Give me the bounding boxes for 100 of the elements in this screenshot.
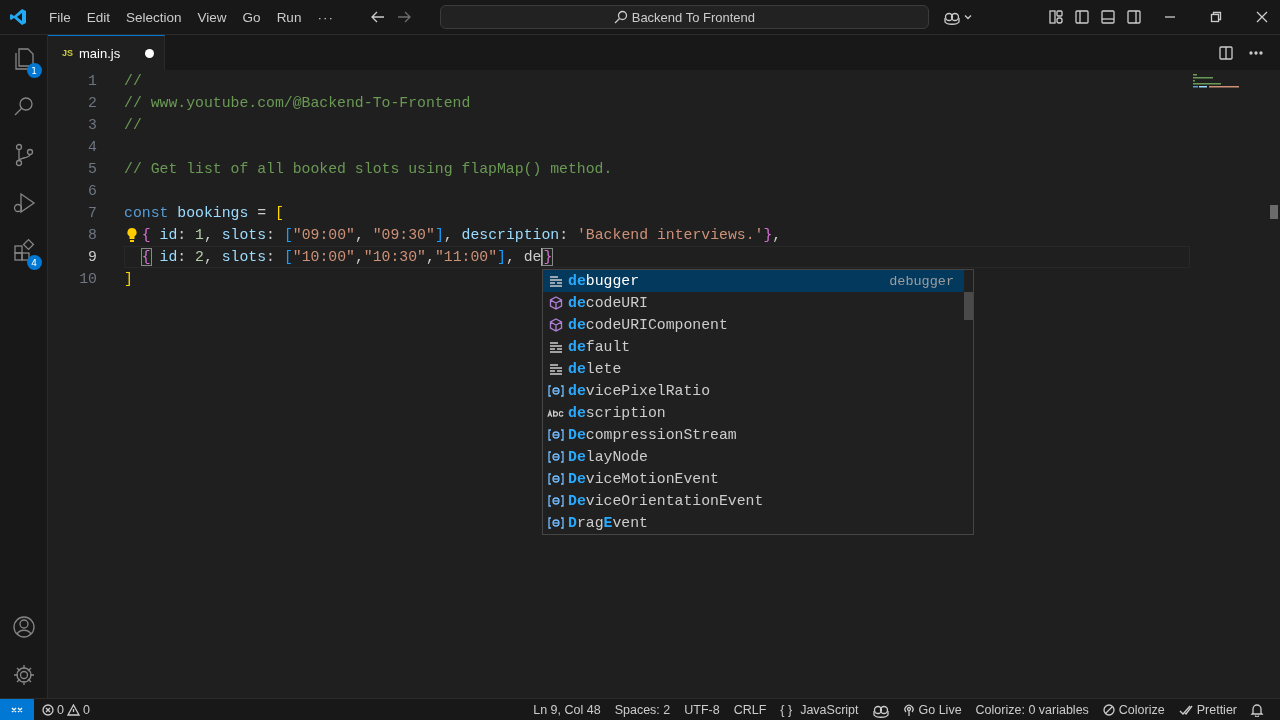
code-token: } xyxy=(543,249,553,265)
panel-icon[interactable] xyxy=(1100,9,1116,25)
count-badge: 4 xyxy=(26,255,42,270)
suggestion-item[interactable]: DeviceMotionEvent xyxy=(543,468,964,490)
line-number: 6 xyxy=(87,183,97,199)
more-menu[interactable]: ··· xyxy=(309,9,342,25)
cube-icon xyxy=(547,296,564,310)
warning-icon xyxy=(66,703,80,716)
code-token: : xyxy=(559,227,570,243)
back-arrow-icon[interactable] xyxy=(369,9,386,25)
code-token: : xyxy=(266,227,276,243)
menu-item[interactable]: Selection xyxy=(118,9,190,25)
colorize-button[interactable]: Colorize xyxy=(1095,702,1172,717)
variable-icon xyxy=(547,451,564,463)
menu-item[interactable]: File xyxy=(41,9,79,25)
scrollbar-thumb[interactable] xyxy=(1270,205,1278,219)
js-file-icon: JS xyxy=(62,48,73,58)
forward-arrow-icon[interactable] xyxy=(395,9,412,25)
line-number: 2 xyxy=(87,95,97,111)
code-token: // xyxy=(124,73,142,89)
restore-icon[interactable] xyxy=(1210,11,1222,23)
code-token: "11:00" xyxy=(434,249,498,265)
close-icon[interactable] xyxy=(1256,11,1268,23)
suggestion-item[interactable]: debugger debugger xyxy=(543,270,964,292)
code-token: , xyxy=(354,249,364,265)
line-number: 8 xyxy=(87,227,97,243)
line-number: 5 xyxy=(87,161,97,177)
menu-item[interactable]: Edit xyxy=(78,9,119,25)
code-token: , xyxy=(772,227,782,243)
suggestion-item[interactable]: decodeURI xyxy=(543,292,964,314)
suggestion-item[interactable]: DecompressionStream xyxy=(543,424,964,446)
code-token: ] xyxy=(124,271,133,287)
scrollbar-thumb[interactable] xyxy=(964,292,973,320)
line-number: 1 xyxy=(87,73,97,89)
prettier-button[interactable]: Prettier xyxy=(1171,702,1244,717)
code-token: id xyxy=(159,227,178,243)
keyword-icon xyxy=(547,341,564,353)
suggestion-item[interactable]: description xyxy=(543,402,964,424)
code-token: "10:00" xyxy=(292,249,355,265)
suggestion-item[interactable]: decodeURIComponent xyxy=(543,314,964,336)
code-token: de xyxy=(523,249,542,265)
status-item[interactable]: Colorize: 0 variables xyxy=(968,702,1096,717)
problems-button[interactable]: 0 0 xyxy=(42,702,90,717)
code-token: description xyxy=(461,227,560,243)
variable-icon xyxy=(547,429,564,441)
code-token: , xyxy=(203,249,214,265)
status-item[interactable]: Spaces: 2 xyxy=(607,702,678,717)
suggestion-item[interactable]: delete xyxy=(543,358,964,380)
text-icon xyxy=(547,408,564,418)
code-token: "09:30" xyxy=(372,227,435,243)
code-token: ] xyxy=(497,249,506,265)
code-token: // www.youtube.com/@Backend-To-Frontend xyxy=(124,95,471,111)
line-number: 4 xyxy=(87,139,97,155)
primary-sidebar-icon[interactable] xyxy=(1074,9,1090,25)
suggestion-item[interactable]: DelayNode xyxy=(543,446,964,468)
menu-item[interactable]: Run xyxy=(268,9,310,25)
status-item[interactable]: Ln 9, Col 48 xyxy=(526,702,608,717)
count-badge: 1 xyxy=(26,63,42,78)
menu-item[interactable]: Go xyxy=(234,9,269,25)
lightbulb-icon[interactable] xyxy=(126,227,138,243)
editor-tab[interactable]: JS main.js xyxy=(48,35,165,70)
status-item[interactable]: UTF-8 xyxy=(677,702,727,717)
command-center[interactable]: Backend To Frontend xyxy=(439,5,929,29)
code-token: = xyxy=(256,205,268,221)
variable-icon xyxy=(547,517,564,529)
language-mode[interactable]: { } JavaScript xyxy=(773,702,866,717)
customize-layout-icon[interactable] xyxy=(1048,9,1064,25)
code-token: : xyxy=(266,249,276,265)
circle-slash-icon xyxy=(1102,703,1115,716)
chevron-down-icon[interactable] xyxy=(962,12,973,22)
code-token: [ xyxy=(274,205,284,221)
vscode-logo-icon[interactable] xyxy=(9,8,27,26)
go-live-button[interactable]: Go Live xyxy=(895,702,969,717)
suggestion-item[interactable]: DeviceOrientationEvent xyxy=(543,490,964,512)
variable-icon xyxy=(547,473,564,485)
account-icon[interactable] xyxy=(10,614,37,640)
code-token: } xyxy=(763,227,773,243)
suggestion-item[interactable]: devicePixelRatio xyxy=(543,380,964,402)
code-token: : xyxy=(177,249,188,265)
cube-icon xyxy=(547,318,564,332)
code-token: : xyxy=(177,227,188,243)
code-token: ] xyxy=(434,227,444,243)
menu-item[interactable]: View xyxy=(189,9,235,25)
code-token: { xyxy=(141,249,151,265)
double-check-icon xyxy=(1178,703,1193,716)
suggestion-item[interactable]: DragEvent xyxy=(543,512,964,534)
unsaved-dot-icon[interactable] xyxy=(145,48,154,58)
line-number: 9 xyxy=(87,249,97,265)
code-token: , xyxy=(505,249,516,265)
suggestion-item[interactable]: default xyxy=(543,336,964,358)
code-token: // Get list of all booked slots using flapMap() method. xyxy=(124,161,613,177)
variable-icon xyxy=(547,385,564,397)
code-token: [ xyxy=(283,249,293,265)
code-token: 2 xyxy=(195,249,204,265)
status-item[interactable]: CRLF xyxy=(726,702,774,717)
secondary-sidebar-icon[interactable] xyxy=(1126,9,1142,25)
split-editor-icon[interactable] xyxy=(1218,44,1234,61)
code-token: slots xyxy=(221,249,267,265)
code-token: 'Backend interviews.' xyxy=(577,227,764,243)
error-icon xyxy=(42,703,54,716)
